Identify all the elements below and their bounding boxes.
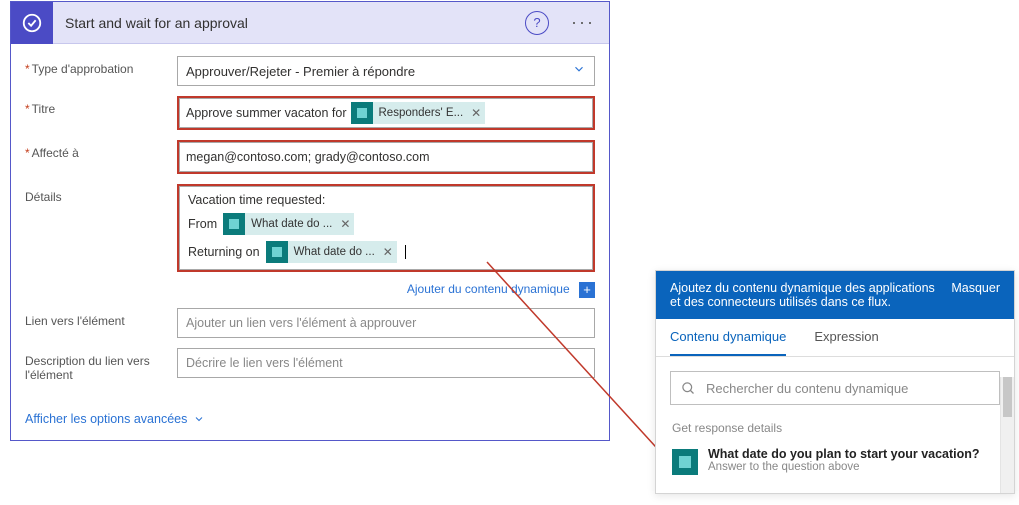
details-from-label: From [188,217,217,231]
search-icon [681,381,696,396]
details-return-label: Returning on [188,245,260,259]
label-link-desc: Description du lien vers l'élément [25,348,177,382]
show-advanced-link[interactable]: Afficher les options avancées [11,402,609,440]
search-input[interactable]: Rechercher du contenu dynamique [670,371,1000,405]
panel-intro: Ajoutez du contenu dynamique des applica… [670,281,943,309]
link-placeholder: Ajouter un lien vers l'élément à approuv… [186,316,416,330]
panel-tabs: Contenu dynamique Expression [656,319,1014,357]
forms-icon [672,449,698,475]
scrollbar[interactable] [1000,377,1014,493]
text-cursor [405,245,406,259]
add-dynamic-content-link[interactable]: Ajouter du contenu dynamique [407,282,570,296]
title-input[interactable]: Approve summer vacaton for Responders' E… [179,98,593,128]
assigned-highlight: megan@contoso.com; grady@contoso.com [177,140,595,174]
link-desc-input[interactable]: Décrire le lien vers l'élément [177,348,595,378]
label-assigned: Affecté à [25,140,177,160]
item-subtitle: Answer to the question above [708,461,980,473]
forms-icon [351,102,373,124]
help-icon[interactable]: ? [525,11,549,35]
chevron-down-icon [572,62,586,81]
close-icon[interactable]: ✕ [471,106,481,120]
token-date-return[interactable]: What date do ... ✕ [266,241,397,263]
scrollbar-thumb[interactable] [1003,377,1012,417]
forms-icon [223,213,245,235]
more-menu-icon[interactable]: ··· [557,12,609,33]
approval-action-card: Start and wait for an approval ? ··· Typ… [10,1,610,441]
chevron-down-icon [193,413,205,425]
label-approval-type: Type d'approbation [25,56,177,76]
dynamic-item-start-date[interactable]: What date do you plan to start your vaca… [670,443,1000,479]
title-highlight: Approve summer vacaton for Responders' E… [177,96,595,130]
label-link: Lien vers l'élément [25,308,177,328]
link-desc-placeholder: Décrire le lien vers l'élément [186,356,343,370]
label-title: Titre [25,96,177,116]
plus-icon[interactable]: + [579,282,595,298]
dynamic-content-panel: Ajoutez du contenu dynamique des applica… [655,270,1015,494]
hide-link[interactable]: Masquer [951,281,1000,295]
card-title: Start and wait for an approval [53,15,525,31]
assigned-value: megan@contoso.com; grady@contoso.com [186,150,430,164]
approval-type-select[interactable]: Approuver/Rejeter - Premier à répondre [177,56,595,86]
token-date-from[interactable]: What date do ... ✕ [223,213,354,235]
close-icon[interactable]: ✕ [340,217,350,231]
item-title: What date do you plan to start your vaca… [708,447,980,461]
search-placeholder: Rechercher du contenu dynamique [706,381,908,396]
tab-expression[interactable]: Expression [814,319,878,356]
panel-header: Ajoutez du contenu dynamique des applica… [656,271,1014,319]
close-icon[interactable]: ✕ [383,245,393,259]
approval-icon [11,2,53,44]
link-input[interactable]: Ajouter un lien vers l'élément à approuv… [177,308,595,338]
details-highlight: Vacation time requested: From What date … [177,184,595,272]
card-body: Type d'approbation Approuver/Rejeter - P… [11,44,609,402]
dynamic-content-row: Ajouter du contenu dynamique + [25,282,595,298]
details-header: Vacation time requested: [188,193,584,207]
title-text: Approve summer vacaton for [186,106,347,120]
details-input[interactable]: Vacation time requested: From What date … [179,186,593,270]
approval-type-value: Approuver/Rejeter - Premier à répondre [186,64,415,79]
section-header: Get response details [672,421,1000,435]
card-header: Start and wait for an approval ? ··· [11,2,609,44]
tab-dynamic-content[interactable]: Contenu dynamique [670,319,786,356]
token-responders-email[interactable]: Responders' E... ✕ [351,102,486,124]
forms-icon [266,241,288,263]
panel-body: Rechercher du contenu dynamique Get resp… [656,357,1014,493]
assigned-input[interactable]: megan@contoso.com; grady@contoso.com [179,142,593,172]
label-details: Détails [25,184,177,204]
